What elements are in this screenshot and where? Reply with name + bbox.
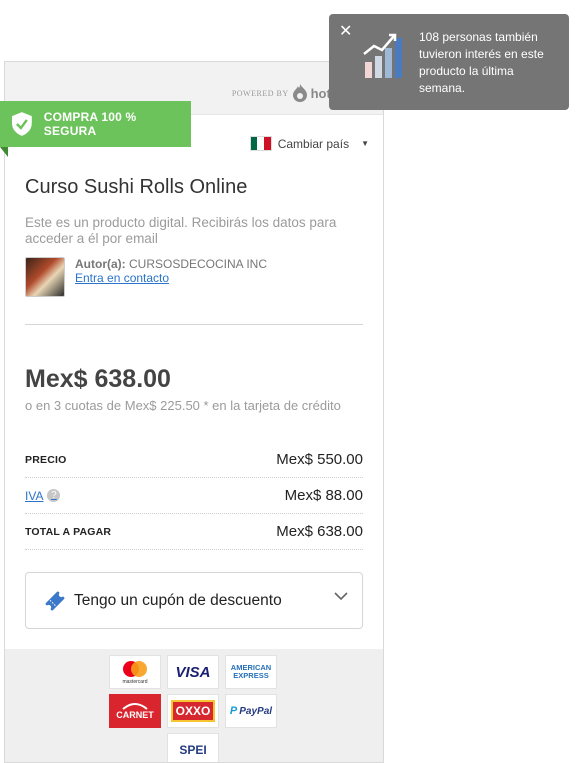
author-label: Autor(a): — [75, 257, 126, 271]
visa-text: VISA — [175, 663, 211, 681]
payment-methods: mastercard VISA AMERICAN EXPRESS CARNET … — [5, 649, 383, 762]
shield-check-icon — [11, 112, 32, 136]
tax-value: Mex$ 88.00 — [284, 487, 363, 504]
price-row: PRECIO Mex$ 550.00 — [25, 442, 363, 478]
trending-chart-icon — [363, 33, 402, 78]
installments-text: o en 3 cuotas de Mex$ 225.50 * en la tar… — [25, 398, 341, 413]
help-icon[interactable]: ? — [47, 489, 61, 502]
divider — [25, 324, 363, 325]
product-thumbnail — [25, 257, 65, 297]
oxxo-logo: OXXO — [167, 694, 219, 728]
paypal-text: PayPal — [239, 705, 273, 717]
caret-down-icon: ▼ — [361, 139, 369, 148]
spei-text: SPEI — [179, 743, 207, 757]
carnet-arc-icon — [122, 703, 148, 710]
mexico-flag-icon — [249, 136, 272, 151]
carnet-logo: CARNET — [109, 694, 161, 728]
toast-message: 108 personas también tuvieron interés en… — [419, 30, 544, 95]
mastercard-icon — [123, 661, 147, 677]
carnet-text: CARNET — [116, 710, 154, 720]
product-title: Curso Sushi Rolls Online — [25, 176, 248, 198]
total-value: Mex$ 638.00 — [276, 523, 363, 540]
total-label: TOTAL A PAGAR — [25, 525, 112, 538]
author-row: Autor(a): CURSOSDECOCINA INC Entra en co… — [25, 257, 267, 297]
total-row: TOTAL A PAGAR Mex$ 638.00 — [25, 514, 363, 550]
spei-logo: SPEI — [167, 733, 219, 762]
change-country-dropdown[interactable]: Cambiar país ▼ — [249, 136, 369, 151]
paypal-logo: P PayPal — [225, 694, 277, 728]
secure-purchase-label: COMPRA 100 % SEGURA — [43, 110, 137, 138]
powered-by-text: POWERED BY — [231, 88, 289, 98]
iva-link[interactable]: IVA — [25, 489, 43, 503]
mastercard-logo: mastercard — [109, 655, 161, 689]
price-value: Mex$ 550.00 — [276, 451, 363, 468]
coupon-accordion[interactable]: Tengo un cupón de descuento — [25, 572, 363, 629]
coupon-label: Tengo un cupón de descuento — [74, 591, 282, 609]
contact-link[interactable]: Entra en contacto — [75, 271, 169, 285]
amex-text-2: EXPRESS — [233, 671, 269, 680]
price-breakdown: PRECIO Mex$ 550.00 IVA ? Mex$ 88.00 TOTA… — [25, 442, 363, 550]
badge-fold — [0, 147, 8, 157]
hotmart-flame-icon — [292, 84, 307, 102]
paypal-p-icon: P — [229, 705, 238, 717]
social-proof-toast: ✕ 108 personas también tuvieron interés … — [329, 14, 569, 110]
total-price: Mex$ 638.00 — [25, 365, 171, 393]
chevron-down-icon — [334, 592, 348, 601]
secure-purchase-badge: COMPRA 100 % SEGURA — [0, 101, 191, 147]
ticket-icon — [45, 591, 65, 610]
close-icon[interactable]: ✕ — [339, 21, 352, 41]
price-label: PRECIO — [25, 453, 67, 466]
amex-logo: AMERICAN EXPRESS — [225, 655, 277, 689]
oxxo-text: OXXO — [170, 700, 216, 722]
tax-row: IVA ? Mex$ 88.00 — [25, 478, 363, 514]
mastercard-text: mastercard — [122, 679, 148, 685]
checkout-card: POWERED BY hotmart Cambiar país ▼ Curso … — [4, 61, 384, 763]
product-description: Este es un producto digital. Recibirás l… — [25, 215, 337, 246]
author-name: CURSOSDECOCINA INC — [129, 257, 268, 271]
change-country-label: Cambiar país — [277, 136, 350, 151]
visa-logo: VISA — [167, 655, 219, 689]
